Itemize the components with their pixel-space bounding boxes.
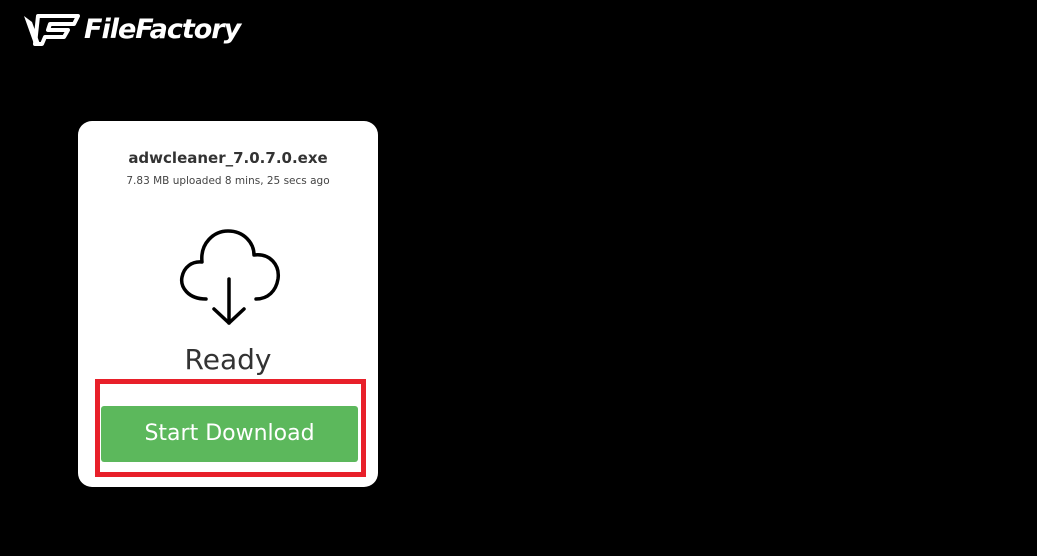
logo-text: FileFactory (84, 14, 241, 45)
file-name: adwcleaner_7.0.7.0.exe (128, 149, 328, 167)
cloud-download-icon (179, 229, 280, 325)
status-text: Ready (184, 343, 272, 376)
start-download-button[interactable]: Start Download (101, 406, 358, 462)
filefactory-logo[interactable]: FileFactory (20, 8, 270, 52)
filefactory-logo-icon (24, 14, 80, 46)
page: FileFactory adwcleaner_7.0.7.0.exe 7.83 … (0, 0, 1037, 556)
file-meta: 7.83 MB uploaded 8 mins, 25 secs ago (126, 175, 330, 187)
